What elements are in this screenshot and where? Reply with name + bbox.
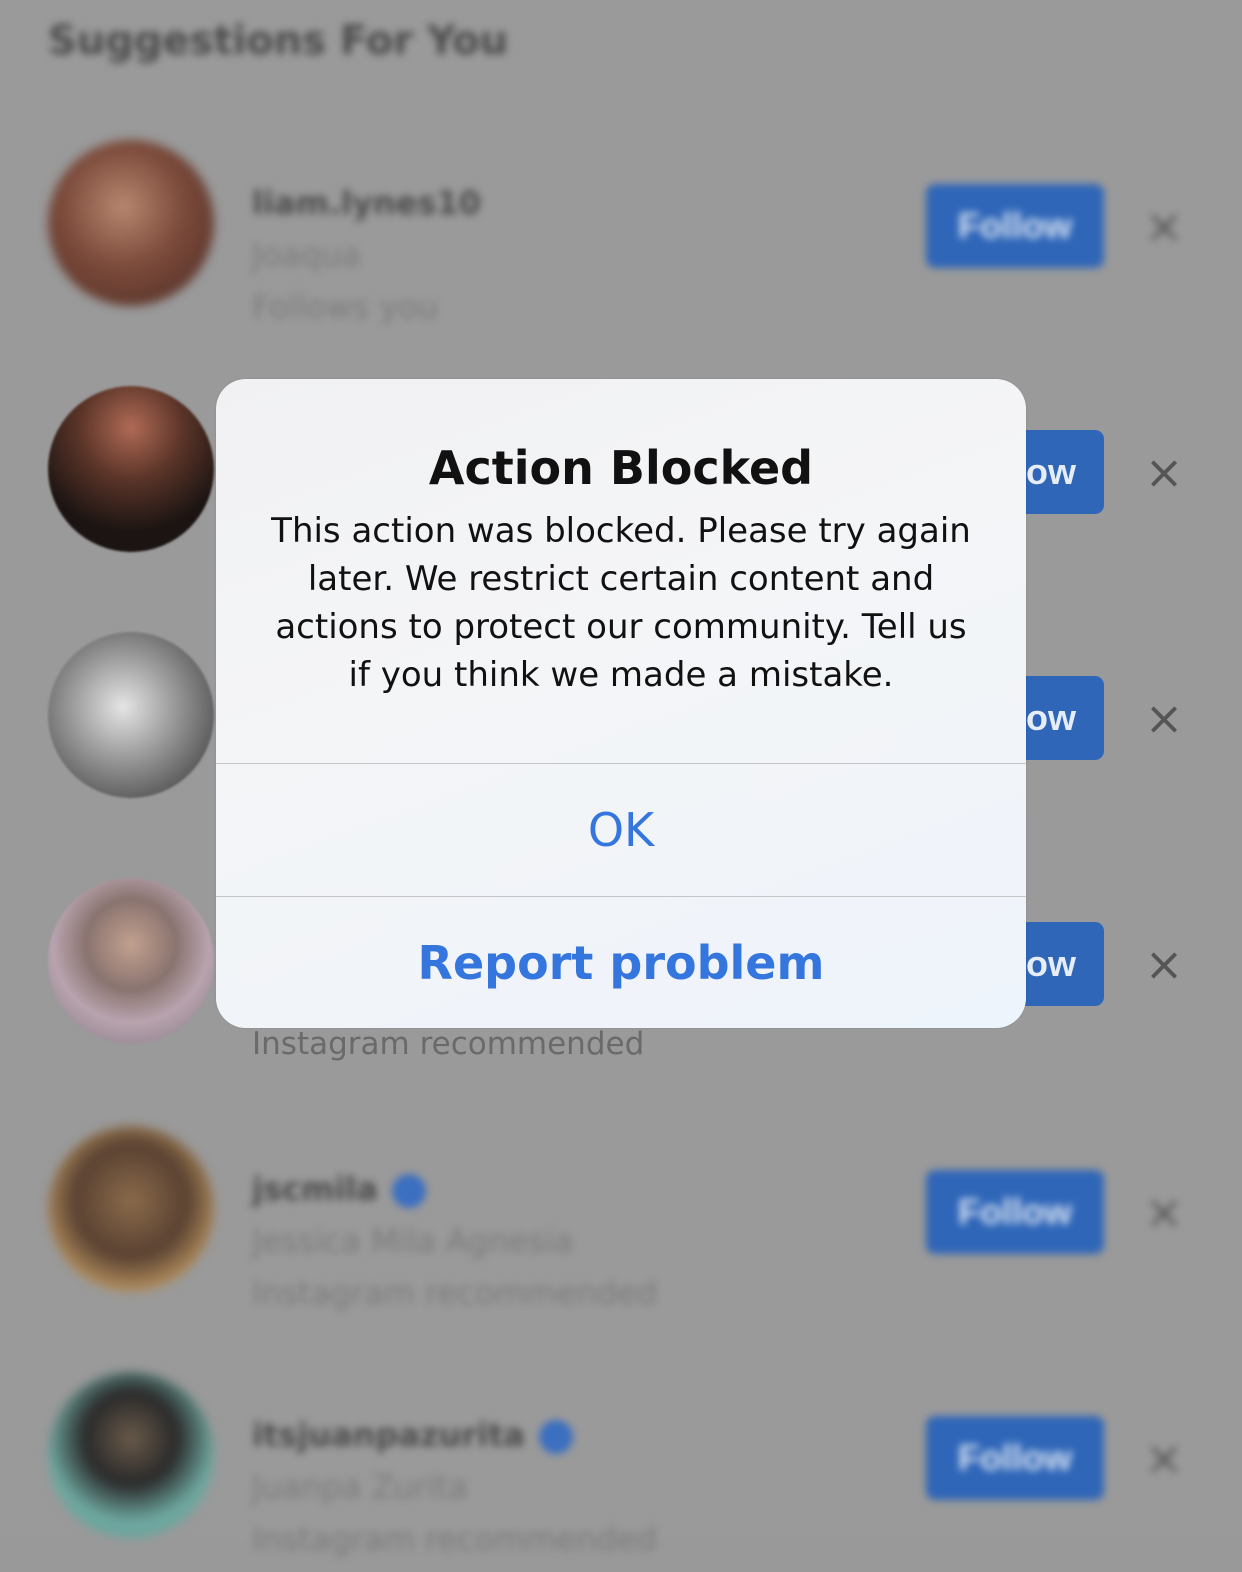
close-icon[interactable]: × [1140,1188,1188,1236]
avatar[interactable] [48,386,214,552]
suggestion-row: jscmila Jessica Mila Agnesia Instagram r… [0,1126,1242,1326]
alert-title: Action Blocked [428,441,814,495]
follow-button[interactable]: Follow [926,1170,1104,1254]
suggestion-reason: Instagram recommended [252,1026,645,1062]
suggestion-username-text: jscmila [252,1170,378,1208]
suggestion-name: Jessica Mila Agnesia [252,1222,574,1260]
suggestion-username[interactable]: itsjuanpazurita [252,1416,573,1454]
avatar[interactable] [48,1372,214,1538]
avatar[interactable] [48,1126,214,1292]
avatar[interactable] [48,632,214,798]
follow-button[interactable]: Follow [926,184,1104,268]
suggestion-name: Juanpa Zurita [252,1468,469,1506]
suggestion-reason: Instagram recommended [252,1274,657,1312]
close-icon[interactable]: × [1140,694,1188,742]
close-icon[interactable]: × [1140,448,1188,496]
suggestion-username[interactable]: liam.lynes10 [252,184,481,222]
suggestion-name: Joaqua [252,236,361,274]
suggestion-username-text: itsjuanpazurita [252,1416,525,1454]
follow-button[interactable]: Follow [926,1416,1104,1500]
suggestion-reason: Follows you [252,288,439,326]
suggestions-title: Suggestions For You [48,18,509,64]
close-icon[interactable]: × [1140,202,1188,250]
action-blocked-alert: Action Blocked This action was blocked. … [216,379,1026,1028]
suggestion-reason: Instagram recommended [252,1520,657,1558]
ok-button[interactable]: OK [216,764,1026,896]
verified-badge-icon [538,1420,573,1454]
alert-message: This action was blocked. Please try agai… [271,511,971,695]
avatar[interactable] [48,140,214,306]
report-problem-button[interactable]: Report problem [216,897,1026,1028]
avatar[interactable] [48,878,214,1044]
close-icon[interactable]: × [1140,940,1188,988]
close-icon[interactable]: × [1140,1434,1188,1482]
suggestion-row: itsjuanpazurita Juanpa Zurita Instagram … [0,1372,1242,1572]
verified-badge-icon [391,1174,426,1208]
suggestion-row: liam.lynes10 Joaqua Follows you Follow × [0,140,1242,340]
suggestion-username[interactable]: jscmila [252,1170,426,1208]
